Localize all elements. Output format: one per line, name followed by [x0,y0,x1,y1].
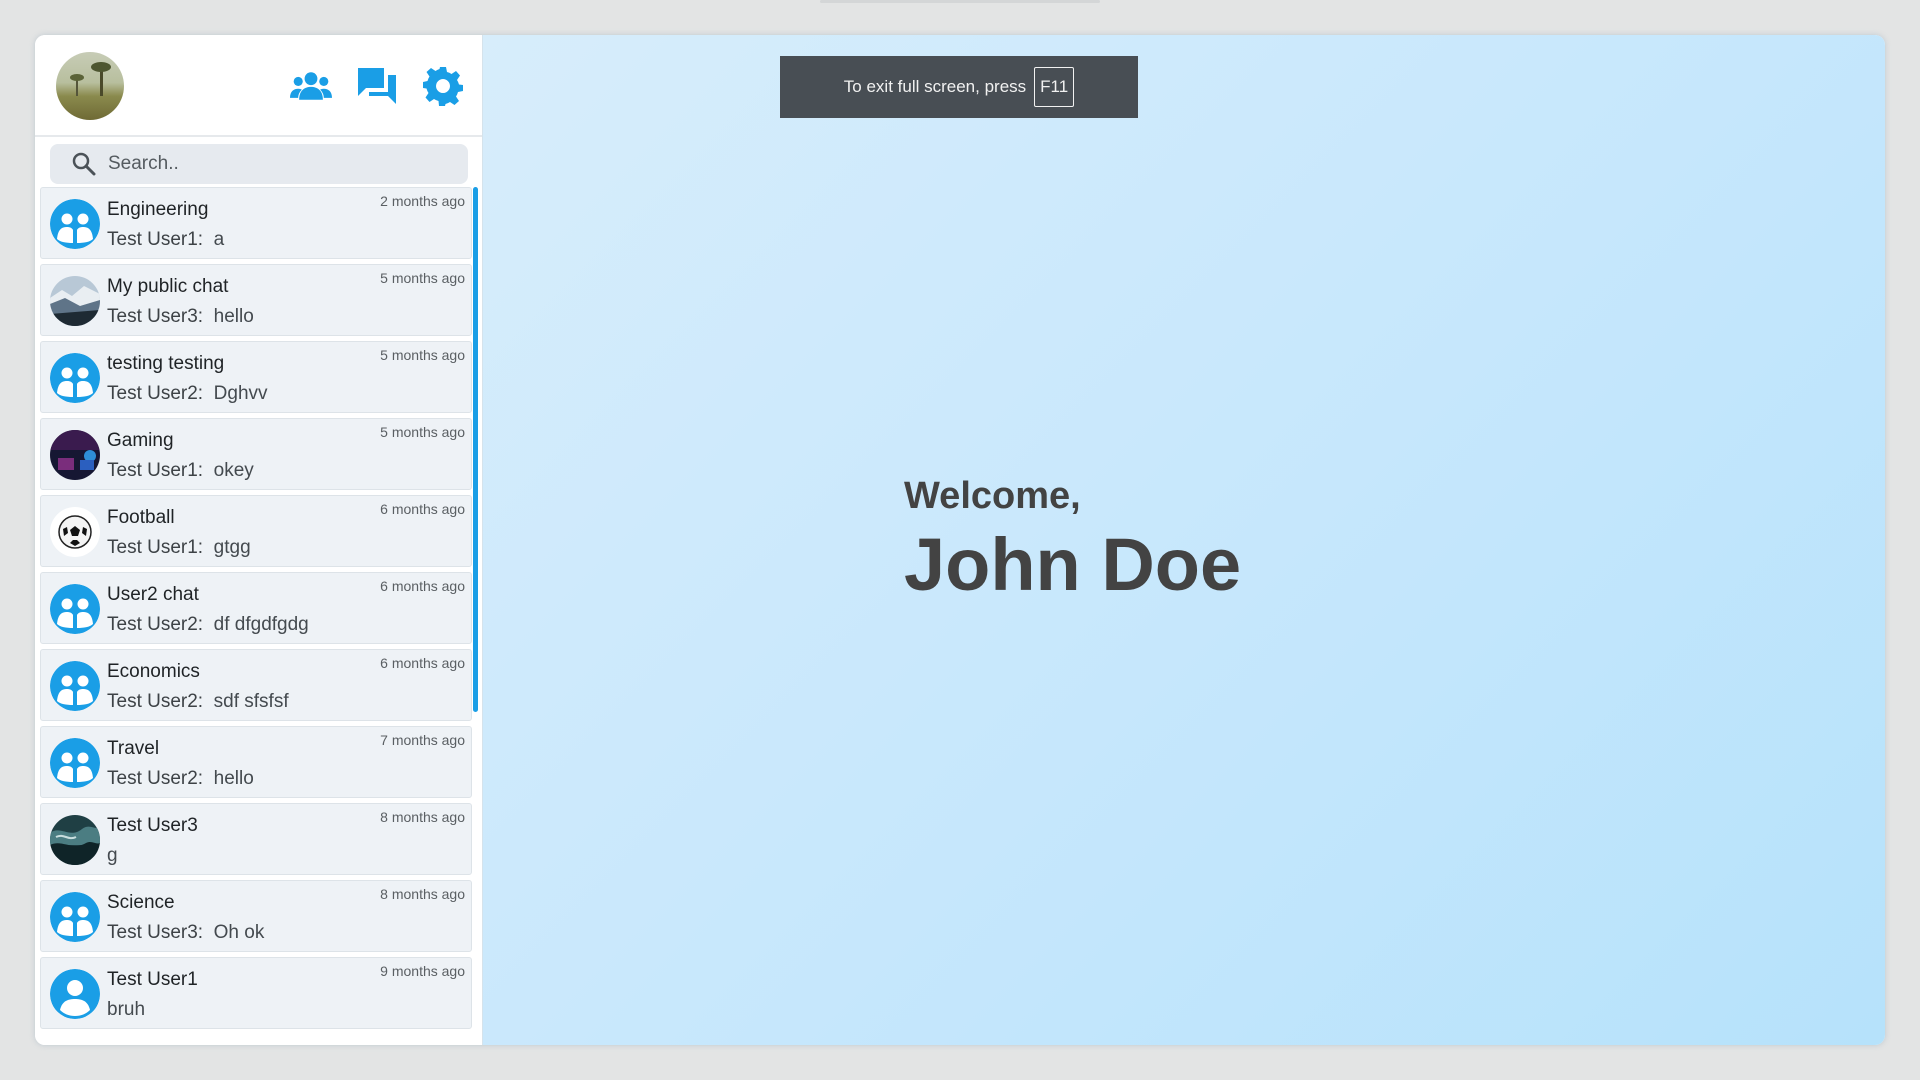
chat-last-message: Test User2: hello [107,768,254,790]
chat-timestamp: 9 months ago [380,963,465,979]
chat-last-text: okey [213,460,254,481]
fullscreen-notice: To exit full screen, press F11 [780,56,1138,118]
chat-list-item[interactable]: Travel Test User2: hello 7 months ago [40,726,472,798]
chat-last-text: sdf sfsfsf [213,691,289,712]
chat-name: testing testing [107,353,225,374]
chat-last-text: bruh [107,999,146,1020]
chat-last-message: Test User1: gtgg [107,537,251,559]
chat-list-item[interactable]: Test User1 bruh 9 months ago [40,957,472,1029]
my-avatar[interactable] [56,52,124,120]
chat-timestamp: 6 months ago [380,501,465,517]
chat-timestamp: 6 months ago [380,578,465,594]
chat-last-message: Test User3: hello [107,306,254,328]
chat-last-message: g [107,845,118,867]
chat-name: Football [107,507,175,528]
chat-last-text: hello [213,768,254,789]
chat-last-message: Test User2: sdf sfsfsf [107,691,289,713]
search-input[interactable] [108,145,468,183]
chat-list-item[interactable]: Gaming Test User1: okey 5 months ago [40,418,472,490]
fullscreen-notice-text: To exit full screen, press [843,77,1027,96]
chat-timestamp: 5 months ago [380,424,465,440]
chat-last-message: bruh [107,999,145,1021]
chat-last-message: Test User3: Oh ok [107,922,264,944]
chat-avatar [50,276,100,326]
chat-last-sender: Test User2: [107,768,204,789]
search-icon [64,144,104,184]
chat-name: Science [107,892,175,913]
chat-last-text: g [107,845,118,866]
group-avatar-icon [50,353,100,403]
chat-timestamp: 2 months ago [380,193,465,209]
chat-list-item[interactable]: Football Test User1: gtgg 6 months ago [40,495,472,567]
welcome-block: Welcome, John Doe [904,475,1241,607]
chat-last-sender: Test User1: [107,537,204,558]
user-name: John Doe [904,523,1242,606]
main-panel: To exit full screen, press F11 Welcome, … [483,35,1885,1045]
chat-app-window: Engineering Test User1: a 2 months ago My p… [35,35,1885,1045]
chat-last-sender: Test User3: [107,306,204,327]
chat-last-sender: Test User2: [107,614,204,635]
chat-name: Gaming [107,430,174,451]
chat-last-message: Test User2: Dghvv [107,383,268,405]
chat-timestamp: 8 months ago [380,886,465,902]
chat-last-text: hello [213,306,254,327]
chat-last-sender: Test User1: [107,229,204,250]
contacts-icon[interactable] [290,65,332,107]
chat-name: User2 chat [107,584,199,605]
chat-timestamp: 7 months ago [380,732,465,748]
header-actions [290,65,464,107]
group-avatar-icon [50,584,100,634]
chat-avatar [50,430,100,480]
chat-last-text: a [213,229,225,250]
chat-last-text: df dfgdfgdg [213,614,309,635]
chat-list: Engineering Test User1: a 2 months ago My p… [40,187,478,1045]
welcome-label: Welcome, [904,475,1081,517]
chat-list-scrollbar[interactable] [473,187,478,712]
chat-list-item[interactable]: Test User3 g 8 months ago [40,803,472,875]
chat-list-item[interactable]: My public chat Test User3: hello 5 months … [40,264,472,336]
chat-avatar [50,815,100,865]
chat-list-item[interactable]: Engineering Test User1: a 2 months ago [40,187,472,259]
chat-timestamp: 6 months ago [380,655,465,671]
chat-list-item[interactable]: testing testing Test User2: Dghvv 5 months… [40,341,472,413]
chat-last-sender: Test User3: [107,922,204,943]
chat-last-sender: Test User2: [107,691,204,712]
chat-list-item[interactable]: Economics Test User2: sdf sfsfsf 6 months … [40,649,472,721]
window-edge-shadow [820,0,1100,3]
sidebar: Engineering Test User1: a 2 months ago My p… [35,35,483,1045]
chat-name: Engineering [107,199,209,220]
chats-icon[interactable] [356,65,398,107]
chat-name: Test User3 [107,815,198,836]
chat-last-text: Dghvv [213,383,268,404]
chat-list-item[interactable]: User2 chat Test User2: df dfgdfgdg 6 month… [40,572,472,644]
chat-last-sender: Test User2: [107,383,204,404]
settings-icon[interactable] [422,65,464,107]
chat-name: Economics [107,661,200,682]
group-avatar-icon [50,661,100,711]
chat-timestamp: 8 months ago [380,809,465,825]
chat-last-message: Test User2: df dfgdfgdg [107,614,309,636]
chat-name: Test User1 [107,969,198,990]
search-bar [50,144,468,184]
chat-timestamp: 5 months ago [380,347,465,363]
chat-last-sender: Test User1: [107,460,204,481]
group-avatar-icon [50,892,100,942]
group-avatar-icon [50,199,100,249]
sidebar-header [35,35,482,137]
group-avatar-icon [50,738,100,788]
fullscreen-key: F11 [1034,67,1075,107]
chat-name: Travel [107,738,160,759]
chat-name: My public chat [107,276,229,297]
chat-avatar [50,507,100,557]
chat-last-message: Test User1: okey [107,460,254,482]
chat-last-text: gtgg [213,537,251,558]
chat-last-message: Test User1: a [107,229,224,251]
user-avatar-icon [50,969,100,1019]
chat-last-text: Oh ok [213,922,265,943]
chat-timestamp: 5 months ago [380,270,465,286]
chat-list-item[interactable]: Science Test User3: Oh ok 8 months ago [40,880,472,952]
